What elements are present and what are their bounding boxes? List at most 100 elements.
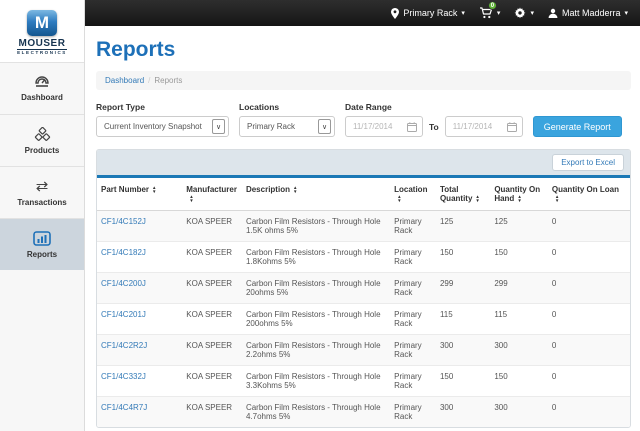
- location-dropdown[interactable]: Primary Rack ▾: [391, 8, 465, 19]
- locations-label: Locations: [239, 102, 335, 112]
- sidebar: M MOUSER ELECTRONICS Dashboard: [0, 0, 85, 431]
- date-from-value: 11/17/2014: [353, 122, 392, 131]
- description-cell: Carbon Film Resistors - Through Hole 4.7…: [242, 397, 390, 428]
- date-from-input[interactable]: 11/17/2014: [345, 116, 423, 137]
- location-cell: Primary Rack: [390, 211, 436, 242]
- location-cell: Primary Rack: [390, 242, 436, 273]
- brand-subtitle: ELECTRONICS: [17, 49, 67, 56]
- table-row: CF1/4C182J KOA SPEER Carbon Film Resisto…: [97, 242, 630, 273]
- breadcrumb-current: Reports: [154, 76, 182, 85]
- report-type-label: Report Type: [96, 102, 229, 112]
- user-menu[interactable]: Matt Madderra ▾: [548, 8, 628, 18]
- location-label: Primary Rack: [403, 8, 457, 18]
- locations-select[interactable]: Primary Rack ∨: [239, 116, 335, 137]
- quantity-on-loan-cell: 0: [548, 273, 630, 304]
- map-marker-icon: [391, 8, 399, 19]
- sidebar-item-label: Transactions: [17, 198, 66, 207]
- sidebar-item-products[interactable]: Products: [0, 114, 84, 166]
- generate-report-button[interactable]: Generate Report: [533, 116, 622, 137]
- report-filters: Report Type Current Inventory Snapshot ∨…: [96, 102, 631, 137]
- chevron-down-icon: ▾: [461, 9, 465, 17]
- calendar-icon: [507, 122, 517, 132]
- quantity-on-hand-cell: 125: [490, 211, 548, 242]
- chevron-down-icon: ▾: [530, 9, 534, 17]
- mouser-logo[interactable]: M MOUSER ELECTRONICS: [0, 0, 84, 62]
- sidebar-item-label: Reports: [27, 250, 57, 259]
- quantity-on-loan-cell: 0: [548, 304, 630, 335]
- table-row: CF1/4C200J KOA SPEER Carbon Film Resisto…: [97, 273, 630, 304]
- report-type-select[interactable]: Current Inventory Snapshot ∨: [96, 116, 229, 137]
- cart-dropdown[interactable]: 0 ▾: [479, 7, 501, 19]
- sidebar-item-transactions[interactable]: ⇄ Transactions: [0, 166, 84, 218]
- total-quantity-cell: 300: [436, 397, 490, 428]
- inventory-table: Part Number▲▼ Manufacturer▲▼ Description…: [97, 178, 630, 427]
- date-range-label: Date Range: [345, 102, 622, 112]
- part-number-link[interactable]: CF1/4C332J: [101, 372, 146, 381]
- quantity-on-hand-cell: 300: [490, 397, 548, 428]
- sidebar-item-dashboard[interactable]: Dashboard: [0, 62, 84, 114]
- location-cell: Primary Rack: [390, 397, 436, 428]
- manufacturer-cell: KOA SPEER: [182, 366, 242, 397]
- date-range-group: 11/17/2014 To 11/17/2014: [345, 116, 622, 137]
- manufacturer-cell: KOA SPEER: [182, 397, 242, 428]
- description-cell: Carbon Film Resistors - Through Hole 20o…: [242, 273, 390, 304]
- col-header-location[interactable]: Location▲▼: [390, 178, 436, 211]
- quantity-on-loan-cell: 0: [548, 366, 630, 397]
- page-title: Reports: [96, 38, 631, 62]
- table-row: CF1/4C152J KOA SPEER Carbon Film Resisto…: [97, 211, 630, 242]
- breadcrumb-dashboard-link[interactable]: Dashboard: [105, 76, 144, 85]
- col-header-quantity-on-loan[interactable]: Quantity On Loan▲▼: [548, 178, 630, 211]
- manufacturer-cell: KOA SPEER: [182, 211, 242, 242]
- results-panel: Export to Excel Part Number▲▼ Manufactur…: [96, 149, 631, 428]
- total-quantity-cell: 299: [436, 273, 490, 304]
- part-number-link[interactable]: CF1/4C200J: [101, 279, 146, 288]
- table-header-row: Part Number▲▼ Manufacturer▲▼ Description…: [97, 178, 630, 211]
- col-header-manufacturer[interactable]: Manufacturer▲▼: [182, 178, 242, 211]
- cubes-icon: [34, 127, 51, 142]
- quantity-on-hand-cell: 150: [490, 242, 548, 273]
- report-type-field: Report Type Current Inventory Snapshot ∨: [96, 102, 229, 137]
- table-row: CF1/4C2R2J KOA SPEER Carbon Film Resisto…: [97, 335, 630, 366]
- sort-icon: ▲▼: [189, 195, 193, 202]
- cart-count-badge: 0: [488, 1, 497, 10]
- breadcrumb: Dashboard / Reports: [96, 71, 631, 90]
- sort-icon: ▲▼: [475, 195, 479, 202]
- part-number-link[interactable]: CF1/4C201J: [101, 310, 146, 319]
- manufacturer-cell: KOA SPEER: [182, 273, 242, 304]
- sort-icon: ▲▼: [517, 195, 521, 202]
- description-cell: Carbon Film Resistors - Through Hole 1.5…: [242, 211, 390, 242]
- date-to-input[interactable]: 11/17/2014: [445, 116, 523, 137]
- part-number-link[interactable]: CF1/4C2R2J: [101, 341, 147, 350]
- part-number-link[interactable]: CF1/4C4R7J: [101, 403, 147, 412]
- select-caret-icon: ∨: [318, 119, 331, 134]
- sort-icon: ▲▼: [555, 195, 559, 202]
- part-number-link[interactable]: CF1/4C182J: [101, 248, 146, 257]
- sidebar-item-reports[interactable]: Reports: [0, 218, 84, 270]
- quantity-on-hand-cell: 300: [490, 335, 548, 366]
- cart-icon: 0: [479, 7, 493, 19]
- gear-icon: [514, 7, 526, 19]
- chevron-down-icon: ▾: [497, 9, 501, 17]
- location-cell: Primary Rack: [390, 335, 436, 366]
- table-row: CF1/4C4R7J KOA SPEER Carbon Film Resisto…: [97, 397, 630, 428]
- quantity-on-hand-cell: 115: [490, 304, 548, 335]
- col-header-quantity-on-hand[interactable]: Quantity On Hand▲▼: [490, 178, 548, 211]
- part-number-link[interactable]: CF1/4C152J: [101, 217, 146, 226]
- sidebar-item-label: Dashboard: [21, 93, 63, 102]
- col-header-description[interactable]: Description▲▼: [242, 178, 390, 211]
- table-row: CF1/4C201J KOA SPEER Carbon Film Resisto…: [97, 304, 630, 335]
- export-to-excel-button[interactable]: Export to Excel: [552, 154, 624, 171]
- col-header-part-number[interactable]: Part Number▲▼: [97, 178, 182, 211]
- chevron-down-icon: ▾: [624, 9, 628, 17]
- settings-dropdown[interactable]: ▾: [514, 7, 534, 19]
- locations-field: Locations Primary Rack ∨: [239, 102, 335, 137]
- mouser-logo-monogram: M: [27, 10, 57, 36]
- manufacturer-cell: KOA SPEER: [182, 304, 242, 335]
- location-cell: Primary Rack: [390, 304, 436, 335]
- topbar: Primary Rack ▾ 0 ▾ ▾ Matt: [85, 0, 640, 26]
- panel-header: Export to Excel: [97, 150, 630, 175]
- breadcrumb-separator: /: [148, 76, 150, 85]
- quantity-on-loan-cell: 0: [548, 397, 630, 428]
- location-cell: Primary Rack: [390, 366, 436, 397]
- col-header-total-quantity[interactable]: Total Quantity▲▼: [436, 178, 490, 211]
